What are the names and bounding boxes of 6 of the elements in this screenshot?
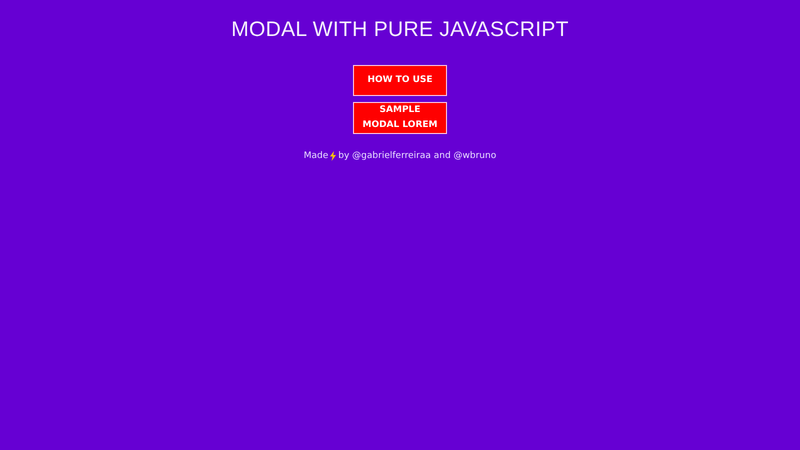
footer-text: Made [304,151,328,161]
page-title: MODAL WITH PURE JAVASCRIPT [231,18,569,42]
modal-button[interactable]: HOW TO USE [353,65,447,96]
footer-text: by @gabrielferreiraa and @wbruno [338,151,496,161]
modal-button[interactable]: SAMPLE MODAL LOREM [353,102,447,134]
lightning-icon [330,151,336,161]
